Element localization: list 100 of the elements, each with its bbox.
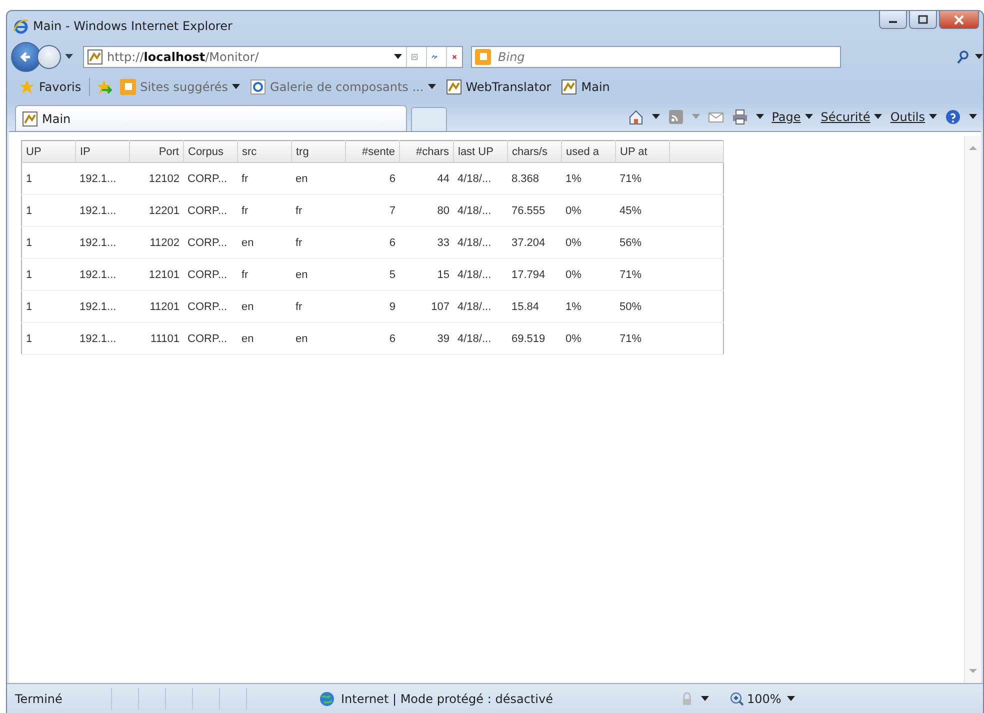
column-header[interactable]: trg — [292, 140, 346, 162]
column-header[interactable]: #sente — [346, 140, 400, 162]
home-icon[interactable] — [628, 109, 644, 125]
column-header[interactable]: used a — [562, 140, 616, 162]
table-cell: 5 — [346, 258, 400, 290]
table-cell: 80 — [400, 194, 454, 226]
back-button[interactable] — [11, 42, 41, 72]
table-cell: fr — [292, 290, 346, 322]
feed-icon[interactable] — [668, 109, 684, 125]
table-cell: 192.1... — [76, 226, 130, 258]
url-text: http://localhost/Monitor/ — [107, 50, 260, 64]
search-icon[interactable] — [955, 49, 971, 65]
caret-icon[interactable] — [652, 114, 660, 120]
caret-icon — [394, 54, 402, 60]
command-menu[interactable]: Outils — [890, 110, 937, 124]
favorites-link[interactable]: Sites suggérés — [118, 79, 242, 95]
table-cell: 37.204 — [508, 226, 562, 258]
table-cell: CORP... — [184, 322, 238, 354]
table-cell: en — [292, 322, 346, 354]
column-header[interactable]: #chars — [400, 140, 454, 162]
zoom-button[interactable]: 100% — [728, 691, 782, 707]
page-icon — [250, 79, 266, 95]
table-cell: 1% — [562, 162, 616, 194]
table-cell: 39 — [400, 322, 454, 354]
minimize-button[interactable] — [879, 11, 907, 29]
table-cell: en — [238, 290, 292, 322]
command-menu[interactable]: Sécurité — [820, 110, 882, 124]
table-cell: 11201 — [130, 290, 184, 322]
table-cell: 0% — [562, 194, 616, 226]
table-cell: 4/18/... — [454, 162, 508, 194]
table-cell: fr — [238, 258, 292, 290]
globe-icon — [319, 691, 335, 707]
table-cell: en — [292, 162, 346, 194]
favorites-link[interactable]: Main — [559, 79, 612, 95]
caret-icon[interactable] — [700, 696, 709, 702]
caret-icon[interactable] — [975, 54, 983, 60]
table-cell: 12201 — [130, 194, 184, 226]
forward-button[interactable] — [37, 45, 61, 69]
minimize-icon — [889, 21, 897, 23]
table-cell: 33 — [400, 226, 454, 258]
caret-icon[interactable] — [787, 696, 796, 702]
page-icon — [561, 79, 578, 95]
page-icon — [446, 79, 462, 95]
table-cell: en — [238, 226, 292, 258]
favorites-link[interactable]: Galerie de composants ... — [248, 79, 438, 95]
search-provider-icon — [475, 49, 491, 65]
table-cell: 44 — [400, 162, 454, 194]
address-field[interactable]: http://localhost/Monitor/ — [83, 46, 463, 68]
table-cell: 192.1... — [76, 258, 130, 290]
table-cell: 12102 — [130, 162, 184, 194]
table-cell: 1 — [22, 194, 76, 226]
caret-icon — [804, 114, 813, 120]
table-cell: fr — [238, 194, 292, 226]
column-header[interactable]: UP at — [616, 140, 670, 162]
column-header[interactable]: src — [238, 140, 292, 162]
table-cell: 107 — [400, 290, 454, 322]
table-cell: 192.1... — [76, 194, 130, 226]
column-header[interactable]: Corpus — [184, 140, 238, 162]
table-cell: 9 — [346, 290, 400, 322]
table-cell: 6 — [346, 162, 400, 194]
table-cell: 192.1... — [76, 162, 130, 194]
column-header[interactable]: chars/s — [508, 140, 562, 162]
square-logo-icon — [120, 79, 136, 95]
caret-icon[interactable] — [756, 114, 764, 120]
table-cell: CORP... — [184, 194, 238, 226]
favorites-link[interactable]: WebTranslator — [444, 79, 554, 95]
close-button[interactable] — [939, 11, 979, 29]
search-field[interactable]: Bing — [471, 46, 841, 68]
caret-icon[interactable] — [969, 114, 977, 120]
maximize-button[interactable] — [909, 11, 937, 29]
table-cell: 6 — [346, 322, 400, 354]
table-cell: en — [238, 322, 292, 354]
column-header[interactable]: UP — [22, 140, 76, 162]
table-cell: fr — [292, 226, 346, 258]
column-header[interactable]: last UP — [454, 140, 508, 162]
favorites-button[interactable]: Favoris — [17, 79, 84, 95]
table-cell: 1% — [562, 290, 616, 322]
table-cell: 11101 — [130, 322, 184, 354]
browser-tab[interactable]: Main — [15, 105, 407, 131]
maximize-icon — [918, 14, 928, 24]
table-cell: 192.1... — [76, 322, 130, 354]
column-header[interactable]: IP — [76, 140, 130, 162]
table-cell: CORP... — [184, 226, 238, 258]
table-cell: 4/18/... — [454, 258, 508, 290]
printer-icon[interactable] — [732, 109, 748, 125]
table-cell: 69.519 — [508, 322, 562, 354]
table-cell: 4/18/... — [454, 226, 508, 258]
table-cell: CORP... — [184, 162, 238, 194]
command-menu[interactable]: Page — [772, 110, 813, 124]
table-cell: 4/18/... — [454, 322, 508, 354]
security-zone-text: Internet | Mode protégé : désactivé — [341, 692, 553, 706]
table-cell: 76.555 — [508, 194, 562, 226]
caret-icon — [65, 54, 73, 60]
table-cell: CORP... — [184, 258, 238, 290]
table-cell: 8.368 — [508, 162, 562, 194]
table-cell: 11202 — [130, 226, 184, 258]
column-header[interactable]: Port — [130, 140, 184, 162]
status-text: Terminé — [15, 692, 64, 706]
help-icon[interactable] — [945, 109, 961, 125]
table-cell: 1 — [22, 322, 76, 354]
